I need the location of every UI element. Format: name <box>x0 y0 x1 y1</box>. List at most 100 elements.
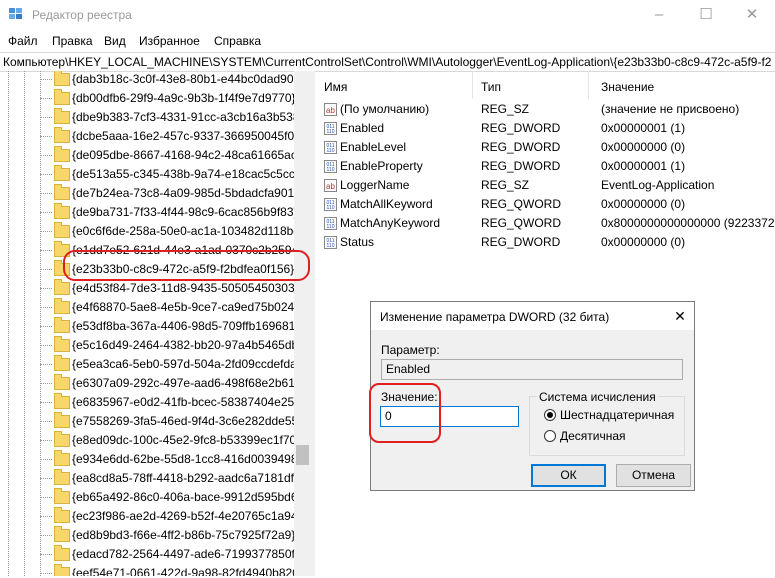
tree-item[interactable]: {edacd782-2564-4497-ade6-7199377850f2} <box>40 545 306 564</box>
radio-hex[interactable] <box>544 409 556 421</box>
tree-item[interactable]: {e53df8ba-367a-4406-98d5-709ffb169681} <box>40 317 299 336</box>
tree-connector <box>40 535 52 536</box>
tree-item[interactable]: {e6307a09-292c-497e-aad6-498f68e2b619} <box>40 374 306 393</box>
menu-view[interactable]: Вид <box>104 34 126 48</box>
tree-item[interactable]: {ec23f986-ae2d-4269-b52f-4e20765c1a94} <box>40 507 302 526</box>
tree-item[interactable]: {e8ed09dc-100c-45e2-9fc8-b53399ec1f70} <box>40 431 301 450</box>
tree-connector <box>40 421 52 422</box>
close-button[interactable]: ✕ <box>729 0 775 31</box>
value-data: 0x00000000 (0) <box>601 140 686 154</box>
pane-splitter[interactable] <box>311 71 315 576</box>
svg-text:110: 110 <box>327 167 335 173</box>
tree-item[interactable]: {e5c16d49-2464-4382-bb20-97a4b5465db9 <box>40 336 305 355</box>
tree-item-label: {e934e6dd-62be-55d8-1cc8-416d0039498b <box>72 452 305 466</box>
menu-edit[interactable]: Правка <box>52 34 93 48</box>
regedit-icon <box>9 8 22 19</box>
tree-item[interactable]: {e934e6dd-62be-55d8-1cc8-416d0039498b <box>40 450 305 469</box>
tree-item-label: {e8ed09dc-100c-45e2-9fc8-b53399ec1f70} <box>72 433 301 447</box>
tree-item[interactable]: {db00dfb6-29f9-4a9c-9b3b-1f4f9e7d9770} <box>40 89 296 108</box>
value-type: REG_SZ <box>481 178 530 192</box>
maximize-button[interactable]: ☐ <box>683 0 729 31</box>
value-type: REG_SZ <box>481 102 530 116</box>
value-name: Enabled <box>340 121 385 135</box>
folder-icon <box>54 222 70 239</box>
dialog-close-button[interactable]: ✕ <box>666 302 694 330</box>
tree-item[interactable]: {de095dbe-8667-4168-94c2-48ca61665aca} <box>40 146 308 165</box>
tree-item[interactable]: {e4d53f84-7de3-11d8-9435-505054503030} <box>40 279 305 298</box>
column-type[interactable]: Тип <box>481 80 501 94</box>
tree-connector <box>40 269 52 270</box>
radio-dec-label[interactable]: Десятичная <box>560 429 626 443</box>
tree-connector <box>40 231 52 232</box>
tree-item[interactable]: {de513a55-c345-438b-9a74-e18cac5c5cc5} <box>40 165 306 184</box>
menu-file[interactable]: Файл <box>8 34 38 48</box>
tree-item[interactable]: {eef54e71-0661-422d-9a98-82fd4940b820} <box>40 564 303 576</box>
column-separator[interactable] <box>472 71 473 99</box>
tree-item-label: {ec23f986-ae2d-4269-b52f-4e20765c1a94} <box>72 509 302 523</box>
value-data: 0x00000000 (0) <box>601 197 686 211</box>
value-data: 0x00000001 (1) <box>601 159 686 173</box>
tree-item[interactable]: {ed8b9bd3-f66e-4ff2-b86b-75c7925f72a9} <box>40 526 295 545</box>
tree-item[interactable]: {e6835967-e0d2-41fb-bcec-58387404e25a} <box>40 393 305 412</box>
value-type: REG_DWORD <box>481 235 561 249</box>
value-row[interactable]: 011 110 Enabled REG_DWORD 0x00000001 (1) <box>316 119 775 138</box>
ok-button[interactable]: ОК <box>531 464 606 487</box>
value-row[interactable]: ab LoggerName REG_SZ EventLog-Application <box>316 176 775 195</box>
folder-icon <box>54 317 70 334</box>
folder-icon <box>54 507 70 524</box>
value-data: 0x00000001 (1) <box>601 121 686 135</box>
column-value[interactable]: Значение <box>601 80 654 94</box>
tree-item-label: {de9ba731-7f33-4f44-98c9-6cac856b9f83} <box>72 205 298 219</box>
tree-item[interactable]: {eb65a492-86c0-406a-bace-9912d595bd69 <box>40 488 304 507</box>
tree-item[interactable]: {dcbe5aaa-16e2-457c-9337-366950045f0a} <box>40 127 305 146</box>
tree-scrollbar[interactable] <box>294 71 311 576</box>
tree-connector <box>40 345 52 346</box>
minimize-button[interactable]: – <box>636 0 682 31</box>
value-row[interactable]: 011 110 Status REG_DWORD 0x00000000 (0) <box>316 233 775 252</box>
value-type: REG_DWORD <box>481 159 561 173</box>
value-row[interactable]: 011 110 EnableLevel REG_DWORD 0x00000000 (0) <box>316 138 775 157</box>
tree-item[interactable]: {e0c6f6de-258a-50e0-ac1a-103482d118bc} <box>40 222 303 241</box>
value-row[interactable]: 011 110 MatchAllKeyword REG_QWORD 0x00000000… <box>316 195 775 214</box>
cancel-button[interactable]: Отмена <box>616 464 691 487</box>
folder-icon <box>54 108 70 125</box>
value-type: REG_DWORD <box>481 140 561 154</box>
folder-icon <box>54 127 70 144</box>
value-data: 0x8000000000000000 (9223372036 <box>601 216 775 230</box>
column-separator[interactable] <box>588 71 589 99</box>
tree-item[interactable]: {e7558269-3fa5-46ed-9f4d-3c6e282dde55} <box>40 412 303 431</box>
tree-item-label: {eef54e71-0661-422d-9a98-82fd4940b820} <box>72 566 303 576</box>
value-row[interactable]: ab (По умолчанию) REG_SZ (значение не присв… <box>316 100 775 119</box>
scrollbar-thumb[interactable] <box>296 445 309 465</box>
tree-item[interactable]: {de7b24ea-73c8-4a09-985d-5bdadcfa9017 <box>40 184 301 203</box>
tree-item-label: {db00dfb6-29f9-4a9c-9b3b-1f4f9e7d9770} <box>72 91 296 105</box>
folder-icon <box>54 488 70 505</box>
key-tree[interactable]: {dab3b18c-3c0f-43e8-80b1-e44bc0dad901 {db… <box>0 71 311 576</box>
tree-connector <box>40 79 52 80</box>
tree-item[interactable]: {e4f68870-5ae8-4e5b-9ce7-ca9ed75b0245} <box>40 298 305 317</box>
tree-item[interactable]: {ea8cd8a5-78ff-4418-b292-aadc6a7181df} <box>40 469 298 488</box>
dialog-title-bar: Изменение параметра DWORD (32 бита) ✕ <box>371 302 694 330</box>
address-bar[interactable]: Компьютер\HKEY_LOCAL_MACHINE\SYSTEM\Curr… <box>0 52 775 72</box>
folder-icon <box>54 393 70 410</box>
value-row[interactable]: 011 110 MatchAnyKeyword REG_QWORD 0x80000000… <box>316 214 775 233</box>
menu-favorites[interactable]: Избранное <box>139 34 200 48</box>
tree-item[interactable]: {dab3b18c-3c0f-43e8-80b1-e44bc0dad901 <box>40 71 300 89</box>
menu-help[interactable]: Справка <box>214 34 261 48</box>
tree-connector <box>40 554 52 555</box>
radio-hex-label[interactable]: Шестнадцатеричная <box>560 408 674 422</box>
tree-item-label: {e6835967-e0d2-41fb-bcec-58387404e25a} <box>72 395 305 409</box>
radio-dec[interactable] <box>544 430 556 442</box>
tree-item-label: {e7558269-3fa5-46ed-9f4d-3c6e282dde55} <box>72 414 303 428</box>
column-name[interactable]: Имя <box>324 80 347 94</box>
value-row[interactable]: 011 110 EnableProperty REG_DWORD 0x00000001 … <box>316 157 775 176</box>
svg-text:ab: ab <box>326 106 335 115</box>
tree-connector <box>40 497 52 498</box>
folder-icon <box>54 374 70 391</box>
tree-item[interactable]: {e5ea3ca6-5eb0-597d-504a-2fd09ccdefda} <box>40 355 301 374</box>
tree-connector <box>40 117 52 118</box>
tree-connector <box>40 307 52 308</box>
folder-icon <box>54 336 70 353</box>
tree-item[interactable]: {dbe9b383-7cf3-4331-91cc-a3cb16a3b538} <box>40 108 304 127</box>
tree-item[interactable]: {de9ba731-7f33-4f44-98c9-6cac856b9f83} <box>40 203 298 222</box>
